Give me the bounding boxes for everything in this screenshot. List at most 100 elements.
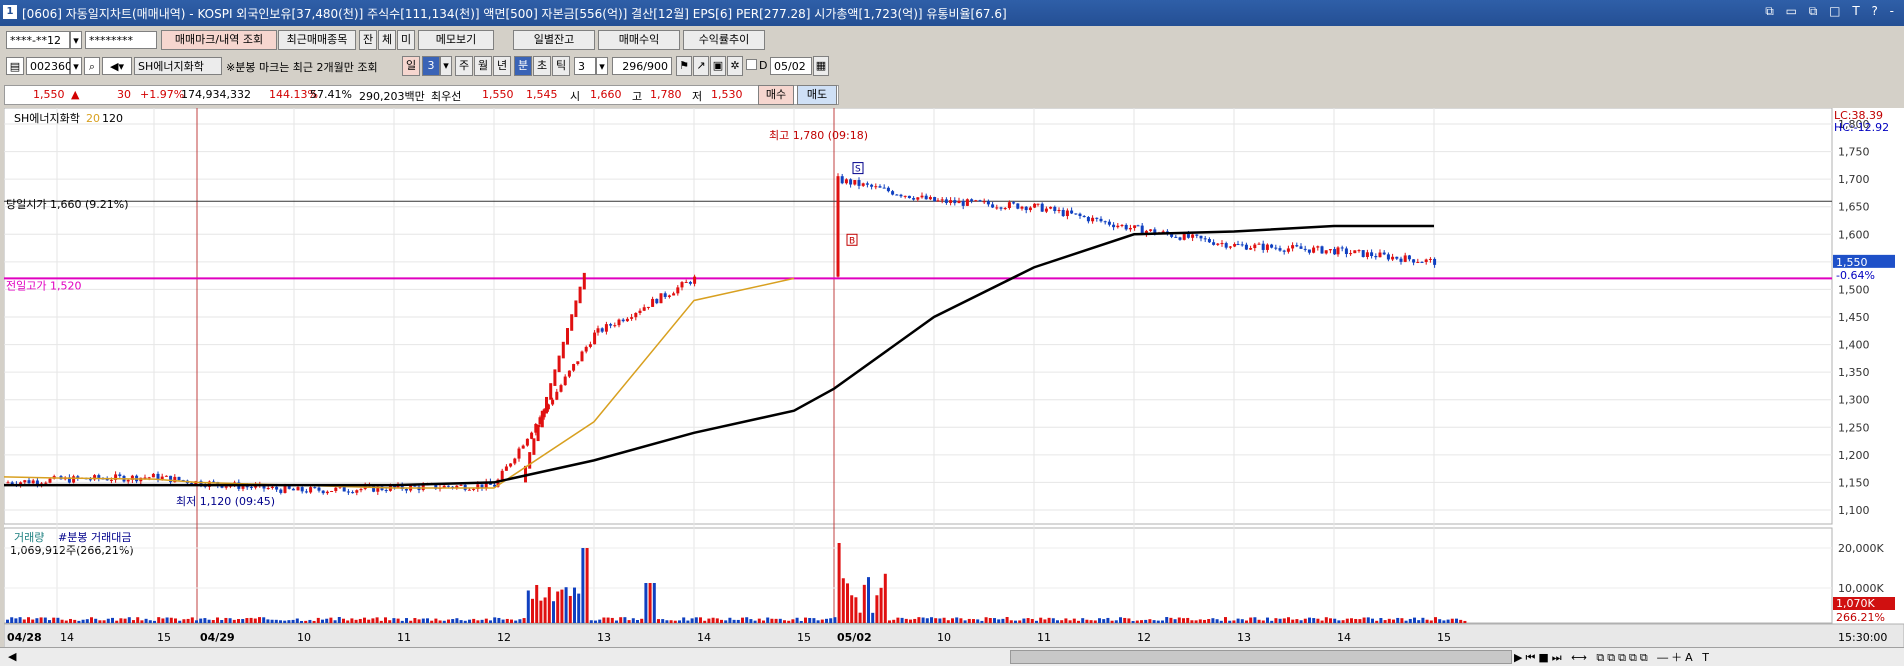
period-value[interactable]: 3 xyxy=(422,56,440,76)
candle xyxy=(961,200,965,206)
x-tick-label: 10 xyxy=(297,631,311,644)
profit-rate-trend-button[interactable]: 수익률추이 xyxy=(683,30,765,50)
save-icon[interactable]: ▣ xyxy=(710,56,726,76)
candle xyxy=(1128,227,1132,230)
candle xyxy=(1057,209,1061,212)
volume-bar xyxy=(119,618,123,623)
chart-area[interactable]: 1,8001,7501,7001,6501,6001,5501,5001,450… xyxy=(3,107,1904,650)
buy-button[interactable]: 매수 xyxy=(758,85,794,105)
account-select[interactable]: ****-**12 xyxy=(6,31,70,49)
chevron-down-icon[interactable]: ▾ xyxy=(440,56,452,76)
scroll-controls[interactable]: ▶⏮■⏭ ⟷ ⧉⧉⧉⧉⧉ ―＋A T xyxy=(1514,649,1712,665)
balance-button[interactable]: 잔 xyxy=(359,30,377,50)
trade-mark-query-button[interactable]: 매매마크/내역 조회 xyxy=(161,30,277,50)
candle xyxy=(970,199,974,202)
volume-bar xyxy=(417,619,421,623)
volume-bar xyxy=(333,620,337,623)
period-week[interactable]: 주 xyxy=(455,56,473,76)
window-buttons[interactable]: ⧉ ▭ ⧉ □ T ? - xyxy=(1765,4,1898,19)
volume-bar xyxy=(249,617,253,623)
y-tick-label: 1,250 xyxy=(1838,421,1870,434)
stock-code-input[interactable]: 002360 xyxy=(26,57,72,75)
low-annotation: 최저 1,120 (09:45) xyxy=(176,495,275,508)
candle xyxy=(1033,203,1037,208)
period-tick[interactable]: 틱 xyxy=(552,56,570,76)
speaker-icon[interactable]: ◀▾ xyxy=(102,57,132,75)
date-checkbox[interactable] xyxy=(746,59,757,70)
executed-button[interactable]: 체 xyxy=(378,30,396,50)
period-month[interactable]: 월 xyxy=(474,56,492,76)
volume-bar xyxy=(665,620,669,623)
volume-bar xyxy=(967,618,971,623)
volume-bar xyxy=(1219,620,1223,623)
candle xyxy=(1253,244,1257,249)
volume-bar xyxy=(1064,618,1068,623)
volume-bar xyxy=(930,617,933,623)
recent-trade-button[interactable]: 최근매매종목 xyxy=(278,30,356,50)
period-day[interactable]: 일 xyxy=(402,56,420,76)
legend-stock-name: SH에너지화학 xyxy=(14,112,80,125)
trade-amount: 290,203백만 xyxy=(359,90,425,103)
candle xyxy=(840,176,844,184)
period-year[interactable]: 년 xyxy=(493,56,511,76)
volume-bar xyxy=(997,619,1001,623)
candle xyxy=(1382,252,1386,255)
volume-bar xyxy=(1413,617,1416,623)
vol-tick-label: 10,000K xyxy=(1838,582,1884,595)
candle xyxy=(1420,261,1424,263)
chevron-down-icon[interactable]: ▾ xyxy=(70,31,82,49)
scroll-left-icon[interactable]: ◀ xyxy=(8,650,16,663)
memo-view-button[interactable]: 메모보기 xyxy=(418,30,494,50)
interval-input[interactable]: 3 xyxy=(574,57,596,75)
volume-bar xyxy=(581,548,585,623)
candle xyxy=(865,183,869,185)
y-tick-label: 1,650 xyxy=(1838,201,1870,214)
candle xyxy=(1220,243,1224,245)
volume-bar xyxy=(535,584,539,623)
chart-menu-icon[interactable]: ▤ xyxy=(6,57,24,75)
volume-bar xyxy=(673,620,677,623)
volume-bar xyxy=(514,620,518,623)
gear-icon[interactable]: ✲ xyxy=(727,56,743,76)
volume-bar xyxy=(934,618,938,623)
stock-chart[interactable]: 1,8001,7501,7001,6501,6001,5501,5001,450… xyxy=(3,107,1904,650)
calendar-icon[interactable]: ▦ xyxy=(813,56,829,76)
volume-bar xyxy=(648,583,652,623)
period-second[interactable]: 초 xyxy=(533,56,551,76)
x-tick-label: 10 xyxy=(937,631,951,644)
candle xyxy=(1149,229,1153,231)
volume-bar xyxy=(1089,620,1093,623)
daily-balance-button[interactable]: 일별잔고 xyxy=(513,30,595,50)
volume-bar xyxy=(1056,620,1059,623)
volume-bar xyxy=(224,617,228,623)
volume-bar xyxy=(81,619,85,623)
volume-bar xyxy=(711,617,715,623)
date-input[interactable]: 05/02 xyxy=(770,57,812,75)
scroll-thumb[interactable] xyxy=(1010,650,1512,664)
sell-button[interactable]: 매도 xyxy=(797,85,837,105)
candle xyxy=(1365,252,1369,257)
password-field[interactable]: ******** xyxy=(85,31,157,49)
volume-bar xyxy=(1253,617,1257,623)
trade-profit-button[interactable]: 매매수익 xyxy=(598,30,680,50)
y-tick-label: 1,300 xyxy=(1838,394,1870,407)
search-icon[interactable]: ⌕ xyxy=(84,57,100,75)
legend-ma20: 20 xyxy=(86,112,100,125)
unfilled-button[interactable]: 미 xyxy=(397,30,415,50)
candle xyxy=(1016,203,1020,209)
count-input[interactable]: 296/900 xyxy=(612,57,672,75)
chevron-down-icon[interactable]: ▾ xyxy=(70,57,82,75)
candle xyxy=(346,491,350,493)
flag-icon[interactable]: ⚑ xyxy=(676,56,692,76)
candle xyxy=(903,195,907,197)
volume-bar xyxy=(900,617,904,623)
chart-scrollbar[interactable]: ◀ ▶⏮■⏭ ⟷ ⧉⧉⧉⧉⧉ ―＋A T xyxy=(0,647,1904,666)
x-tick-label: 04/29 xyxy=(200,631,235,644)
zoom-icon[interactable]: ↗ xyxy=(693,56,709,76)
candle xyxy=(567,370,571,377)
period-minute[interactable]: 분 xyxy=(514,56,532,76)
volume-bar xyxy=(703,620,707,623)
candle xyxy=(861,183,865,186)
y-tick-label: 1,700 xyxy=(1838,173,1870,186)
chevron-down-icon[interactable]: ▾ xyxy=(596,57,608,75)
